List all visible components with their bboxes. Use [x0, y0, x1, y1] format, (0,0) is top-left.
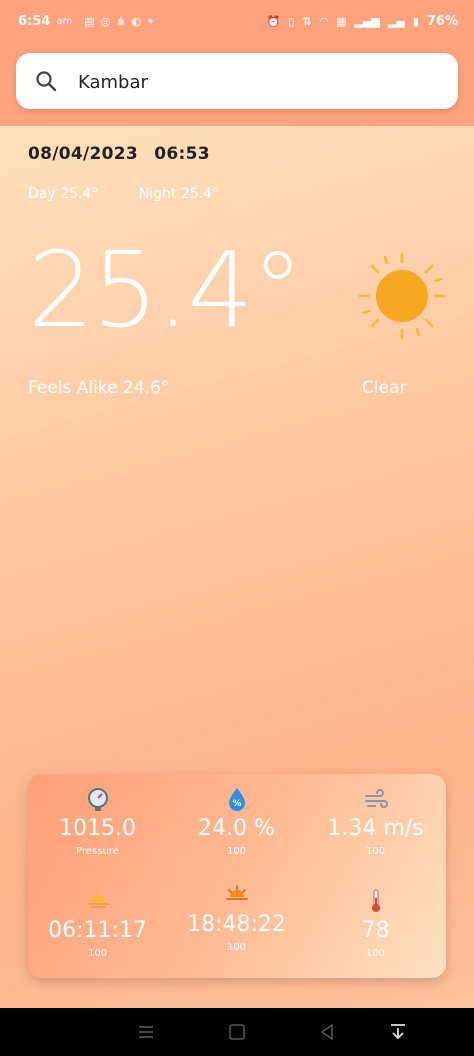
temp-label: 100	[365, 948, 386, 959]
pressure-cell: 1015.0 Pressure	[28, 774, 167, 876]
status-right: ⏰ ▯ ⇅ ◠ ▦ ▂▄▆ ▂▄ ▮ 76%	[267, 14, 458, 29]
humidity-value: 24.0 %	[198, 816, 275, 841]
sunset-label: 100	[226, 942, 247, 953]
wind-label: 100	[365, 846, 386, 857]
humidity-label: 100	[226, 846, 247, 857]
night-temp: Night 25.4°	[138, 186, 219, 202]
sunset-cell: 18:48:22 100	[167, 870, 306, 972]
signal-2-icon: ▂▄	[387, 14, 405, 28]
menu-button[interactable]	[136, 1022, 156, 1042]
home-button[interactable]	[227, 1022, 247, 1042]
network-share-icon: ⋔	[116, 14, 126, 28]
status-time: 6:54	[18, 14, 51, 29]
vibrate-icon: ▯	[288, 14, 295, 28]
date-time: 08/04/2023 06:53	[28, 144, 210, 164]
data-arrows-icon: ⇅	[302, 14, 312, 28]
search-icon[interactable]	[34, 69, 58, 93]
whatsapp-icon: ◎	[100, 14, 111, 28]
temp-value: 78	[361, 918, 390, 943]
pressure-value: 1015.0	[59, 816, 136, 841]
alarm-icon: ⏰	[266, 14, 281, 28]
volte-icon: ▦	[336, 14, 347, 28]
sunrise-cell: 06:11:17 100	[28, 876, 167, 978]
sun-icon	[358, 252, 446, 340]
current-temperature: 25.4°	[28, 229, 304, 351]
wind-icon	[365, 789, 388, 808]
status-left: 6:54 am ▤ ◎ ⋔ ◐ •	[18, 14, 154, 29]
app-icon: ◐	[131, 14, 142, 28]
condition-text: Clear	[362, 378, 407, 398]
pressure-gauge-icon	[88, 788, 108, 811]
time-text: 06:53	[154, 144, 210, 164]
search-bar[interactable]	[16, 53, 458, 109]
svg-text:%: %	[232, 799, 241, 809]
signal-icon: ▂▄▆	[354, 14, 380, 28]
status-ampm: am	[56, 16, 73, 27]
sunrise-value: 06:11:17	[48, 918, 147, 943]
sunset-value: 18:48:22	[187, 912, 286, 937]
sunrise-label: 100	[87, 948, 108, 959]
details-card: 1015.0 Pressure % 24.0 % 100 1.34 m/s 10…	[28, 774, 446, 978]
sunset-icon	[226, 885, 248, 900]
status-bar: 6:54 am ▤ ◎ ⋔ ◐ • ⏰ ▯ ⇅ ◠ ▦ ▂▄▆ ▂▄ ▮ 76%	[0, 0, 474, 44]
search-input[interactable]	[76, 67, 440, 97]
back-button[interactable]	[317, 1022, 337, 1042]
dot-icon: •	[147, 14, 155, 28]
wind-cell: 1.34 m/s 100	[306, 774, 445, 876]
thermometer-icon	[372, 889, 380, 912]
humidity-drop-icon: %	[229, 788, 245, 811]
pressure-label: Pressure	[76, 846, 119, 857]
wind-value: 1.34 m/s	[327, 816, 424, 841]
navigation-bar	[0, 1008, 474, 1056]
message-icon: ▤	[84, 14, 95, 28]
temp-cell: 78 100	[306, 876, 445, 978]
day-temp: Day 25.4°	[28, 186, 99, 202]
battery-percent: 76%	[426, 14, 458, 29]
notification-pull-button[interactable]	[388, 1022, 408, 1042]
wifi-icon: ◠	[319, 14, 329, 28]
sunrise-icon	[87, 895, 109, 908]
feels-like: Feels Alike 24.6°	[28, 378, 170, 398]
humidity-cell: % 24.0 % 100	[167, 774, 306, 876]
battery-icon: ▮	[412, 14, 419, 28]
day-night-temps: Day 25.4° Night 25.4°	[28, 186, 219, 202]
date-text: 08/04/2023	[28, 144, 139, 164]
